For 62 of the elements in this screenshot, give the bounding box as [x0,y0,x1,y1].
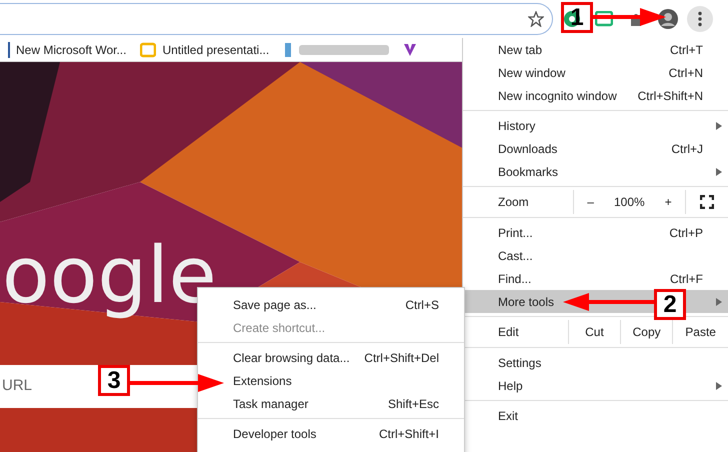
bookmark-link[interactable]: Untitled presentati... [162,40,270,58]
shortcut-text: Ctrl+P [669,224,703,242]
shortcut-text: Ctrl+Shift+Del [364,350,439,366]
submenu-arrow-icon [716,298,722,306]
slides-icon [140,42,156,58]
v-logo-icon [403,42,418,56]
shortcut-text: Ctrl+T [670,42,703,58]
step-number: 3 [98,365,130,396]
menu-item[interactable]: Developer tools [233,424,316,442]
edit-button[interactable]: Cut [568,320,620,344]
menu-item[interactable]: Save page as... [233,296,316,314]
shortcut-text: Ctrl+F [670,270,703,288]
zoom-out-button[interactable]: – [573,193,608,211]
menu-item-label: Exit [498,408,518,424]
menu-item[interactable]: Clear browsing data... [233,348,350,366]
menu-item[interactable]: Print... Ctrl+P [463,221,728,244]
shortcut-text: Ctrl+N [668,64,703,82]
menu-item-label: Help [498,378,523,394]
bookmark-link[interactable]: New Microsoft Wor... [16,40,126,58]
menu-item-label: Zoom [498,194,529,210]
menu-item[interactable]: New incognito window Ctrl+Shift+N [463,84,728,107]
menu-item[interactable]: New tab Ctrl+T [463,38,728,61]
menu-item-label: More tools [498,294,554,310]
submenu-arrow-icon [716,382,722,390]
submenu-arrow-icon [716,122,722,130]
shortcut-text: Shift+Esc [388,396,439,412]
menu-item-label: Edit [498,324,519,341]
bookmark-icon [283,42,294,58]
menu-item[interactable]: Downloads Ctrl+J [463,137,728,160]
menu-item-label: Cast... [498,248,533,264]
menu-item[interactable]: Extensions [233,372,292,390]
menu-item-label: Find... [498,270,532,288]
fullscreen-icon[interactable] [700,195,714,209]
shortcut-text: Ctrl+S [405,296,439,314]
shortcut-text: Ctrl+J [671,140,703,158]
menu-item-label: New tab [498,42,542,58]
submenu-arrow-icon [716,168,722,176]
star-icon[interactable] [528,11,544,27]
menu-item-label: Print... [498,224,533,242]
menu-item-label: Settings [498,354,542,372]
menu-item[interactable]: Cast... [463,244,728,267]
menu-item-label: New window [498,64,566,82]
menu-item[interactable]: Bookmarks [463,160,728,183]
step-number: 2 [654,289,686,320]
menu-item: Create shortcut... [233,320,326,336]
menu-item[interactable]: Help [463,374,728,397]
menu-item-label: Bookmarks [498,164,558,180]
shortcut-text: Ctrl+Shift+N [638,88,703,104]
menu-item[interactable]: New window Ctrl+N [463,61,728,84]
avatar-icon[interactable] [657,8,679,30]
menu-item[interactable]: Exit [463,404,728,427]
menu-item-label: Downloads [498,140,558,158]
zoom-in-button[interactable]: + [650,193,686,211]
menu-item[interactable]: Task manager [233,394,308,412]
menu-icon[interactable] [687,6,713,32]
shortcut-text: Ctrl+Shift+I [378,426,439,442]
zoom-level: 100% [612,194,646,211]
menu-item[interactable]: Find... Ctrl+F [463,267,728,290]
menu-item-label: History [498,118,536,134]
menu-item[interactable]: Settings [463,351,728,374]
menu-item[interactable]: History [463,114,728,137]
menu-item-label: New incognito window [498,88,617,104]
